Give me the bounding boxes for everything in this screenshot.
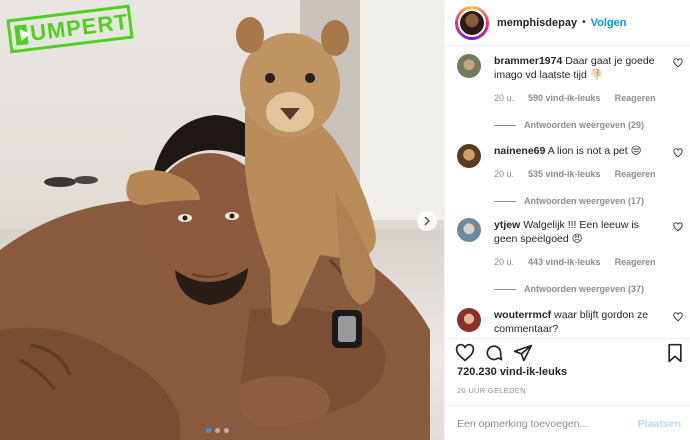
comment-likes[interactable]: 590 vind-ik-leuks (528, 91, 601, 105)
reply-button[interactable]: Reageren (615, 91, 656, 105)
view-replies-button[interactable]: Antwoorden weergeven (17) (494, 194, 664, 208)
comment-meta: 20 u. 590 vind-ik-leuks Reageren (494, 91, 664, 105)
comment-like-heart-icon[interactable] (673, 58, 683, 68)
comment-age[interactable]: 20 u. (494, 255, 514, 269)
reply-button[interactable]: Reageren (615, 255, 656, 269)
carousel-dots (206, 428, 229, 433)
post-photo[interactable]: UMPERT (0, 0, 444, 440)
comment-username[interactable]: brammer1974 (494, 55, 562, 67)
play-icon (14, 24, 29, 46)
post-actions: 720.230 vind-ik-leuks 20 UUR GELEDEN Pla… (445, 338, 690, 440)
chevron-right-icon (424, 216, 431, 226)
comment-meta: 20 u. 535 vind-ik-leuks Reageren (494, 167, 664, 181)
reply-button[interactable]: Reageren (615, 167, 656, 181)
bookmark-icon[interactable] (665, 343, 685, 363)
avatar (458, 8, 486, 37)
separator-dot: • (582, 17, 586, 28)
comment-age[interactable]: 20 u. (494, 91, 514, 105)
author-username[interactable]: memphisdepay (497, 17, 577, 29)
view-replies-button[interactable]: Antwoorden weergeven (29) (494, 118, 664, 132)
comment-username[interactable]: nainene69 (494, 145, 545, 157)
comment-like-heart-icon[interactable] (673, 222, 683, 232)
comment-input[interactable] (457, 417, 638, 430)
follow-button[interactable]: Volgen (591, 17, 627, 29)
post-sidebar: memphisdepay • Volgen brammer1974 Daar g… (444, 0, 690, 440)
comment-icon[interactable] (484, 343, 504, 363)
comment-text: A lion is not a pet 😒 (547, 145, 642, 157)
comment-age[interactable]: 20 u. (494, 167, 514, 181)
avatar[interactable] (457, 54, 481, 78)
add-comment-bar: Plaatsen (445, 405, 690, 440)
avatar[interactable] (457, 144, 481, 168)
comment-like-heart-icon[interactable] (673, 148, 683, 158)
comment-likes[interactable]: 443 vind-ik-leuks (528, 255, 601, 269)
carousel-dot (224, 428, 229, 433)
carousel-dot (206, 428, 211, 433)
comments-list[interactable]: brammer1974 Daar gaat je goede imago vd … (445, 46, 690, 336)
comment-item: brammer1974 Daar gaat je goede imago vd … (457, 54, 687, 132)
share-icon[interactable] (513, 343, 533, 363)
comment-like-heart-icon[interactable] (673, 312, 683, 322)
comment-item: nainene69 A lion is not a pet 😒 20 u. 53… (457, 144, 687, 208)
avatar[interactable] (457, 308, 481, 332)
post-timestamp[interactable]: 20 UUR GELEDEN (457, 386, 526, 395)
carousel-next-button[interactable] (417, 211, 437, 231)
carousel-dot (215, 428, 220, 433)
comment-item: wouterrmcf waar blijft gordon ze comment… (457, 308, 687, 336)
post-header: memphisdepay • Volgen (445, 0, 690, 46)
comment-item: ytjew Walgelijk !!! Een leeuw is geen sp… (457, 218, 687, 296)
story-ring[interactable] (455, 5, 489, 40)
heart-icon[interactable] (455, 343, 475, 363)
comment-username[interactable]: wouterrmcf (494, 309, 551, 321)
post-comment-button[interactable]: Plaatsen (638, 418, 681, 430)
comment-username[interactable]: ytjew (494, 219, 520, 231)
action-icons (455, 343, 685, 367)
view-replies-button[interactable]: Antwoorden weergeven (37) (494, 282, 664, 296)
comment-meta: 20 u. 443 vind-ik-leuks Reageren (494, 255, 664, 269)
avatar[interactable] (457, 218, 481, 242)
photo-scene (0, 17, 430, 440)
comment-likes[interactable]: 535 vind-ik-leuks (528, 167, 601, 181)
post-likes-count[interactable]: 720.230 vind-ik-leuks (457, 366, 567, 378)
